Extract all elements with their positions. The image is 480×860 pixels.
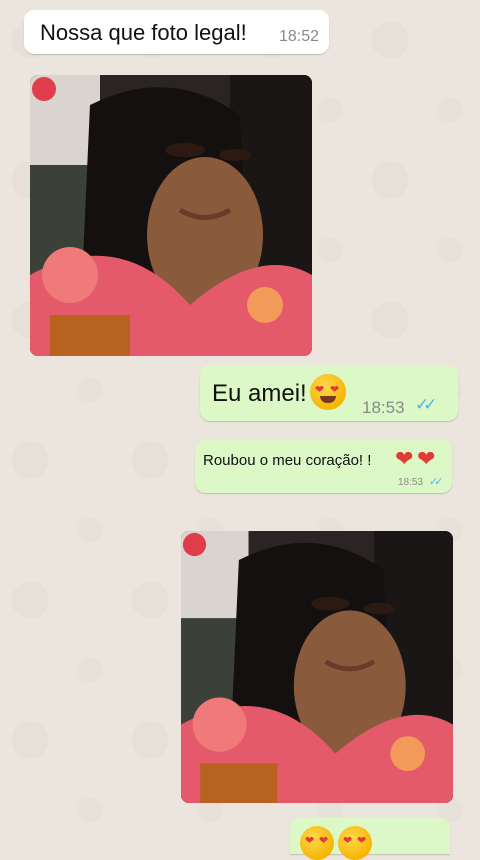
photo-message-outgoing[interactable] — [181, 531, 453, 803]
message-text: Roubou o meu coração! ! — [203, 452, 372, 469]
read-ticks-icon: ✓✓ — [415, 395, 437, 414]
selfie-photo — [30, 75, 312, 356]
read-ticks-icon: ✓✓ — [429, 476, 444, 488]
photo-message-incoming[interactable] — [30, 75, 312, 356]
message-time: 18:53 — [398, 477, 424, 488]
message-text: Eu amei! — [212, 380, 307, 407]
heart-eyes-emoji: ❤ ❤ — [310, 374, 346, 410]
message-text: Nossa que foto legal! — [40, 20, 247, 45]
selfie-photo — [181, 531, 453, 803]
message-bubble-outgoing[interactable]: Roubou o meu coração! ! ❤ ❤ 18:53 ✓✓ — [195, 440, 452, 493]
red-heart-emoji: ❤ — [395, 446, 414, 471]
heart-eyes-emoji: ❤ ❤ — [338, 826, 372, 860]
message-bubble-outgoing[interactable]: ❤ ❤ ❤ ❤ — [290, 818, 450, 860]
heart-eyes-emoji: ❤ ❤ — [300, 826, 334, 860]
message-time: 18:52 — [279, 28, 320, 45]
message-bubble-incoming[interactable]: Nossa que foto legal! 18:52 — [24, 10, 329, 54]
message-time: 18:53 — [362, 398, 405, 417]
message-bubble-outgoing[interactable]: Eu amei! ❤ ❤ 18:53 ✓✓ — [200, 365, 458, 421]
red-heart-emoji: ❤ — [417, 446, 436, 471]
